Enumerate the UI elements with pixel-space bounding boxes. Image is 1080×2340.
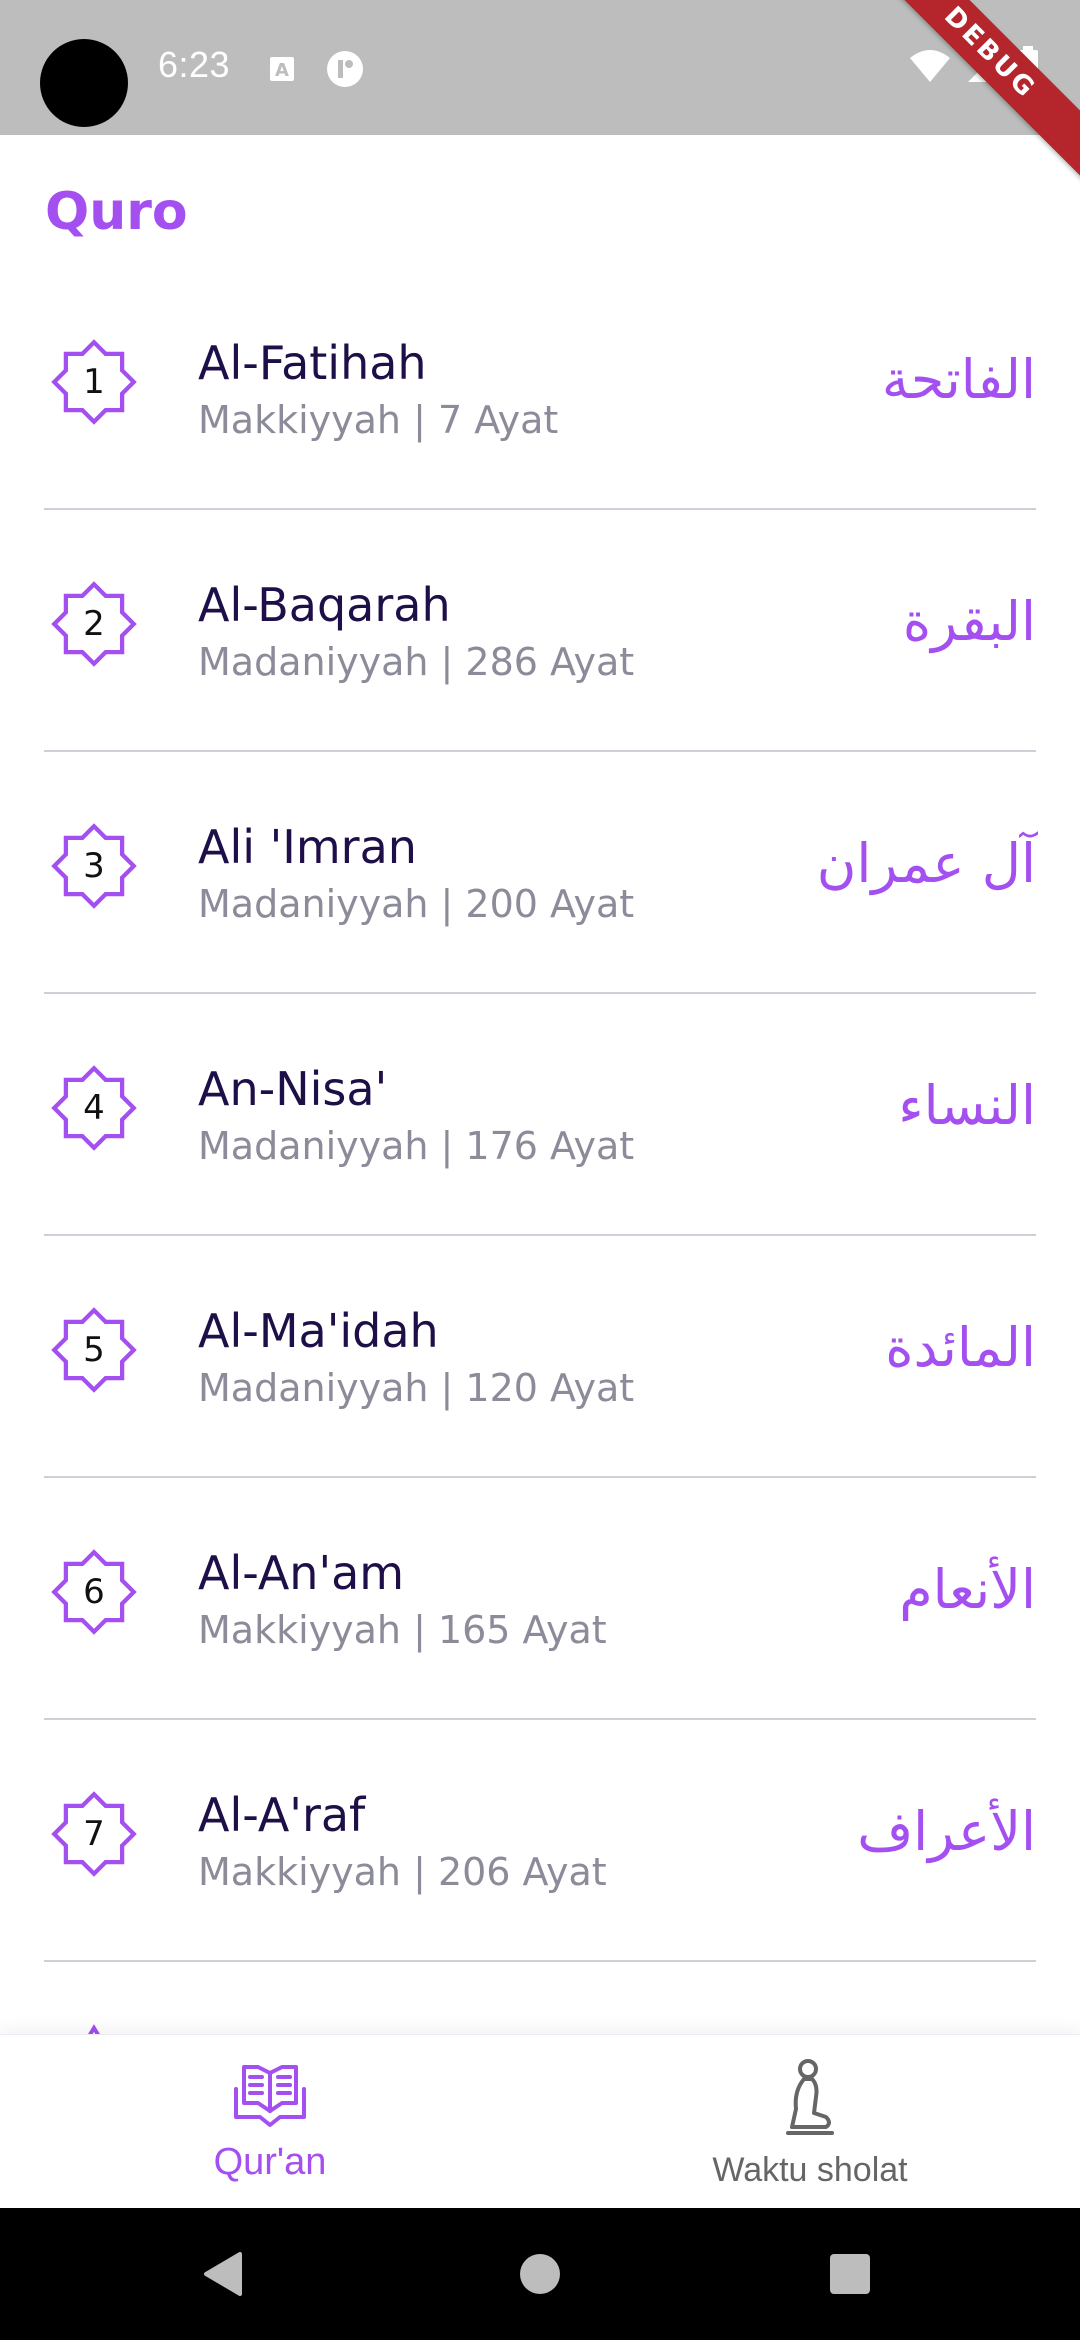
surah-number-badge: 1 xyxy=(44,332,144,432)
surah-info: Madaniyyah | 200 Ayat xyxy=(198,882,635,926)
surah-name: Ali 'Imran xyxy=(198,820,417,874)
surah-list-item[interactable]: 2 Al-Baqarah Madaniyyah | 286 Ayat البقر… xyxy=(0,510,1080,752)
quran-book-icon xyxy=(234,2065,306,2127)
tab-waktu-sholat-label: Waktu sholat xyxy=(712,2151,908,2189)
app-title: Quro xyxy=(45,182,188,242)
tab-quran[interactable]: Qur'an xyxy=(0,2035,540,2209)
surah-arabic-name: النساء xyxy=(898,1074,1036,1137)
surah-list-item[interactable]: 5 Al-Ma'idah Madaniyyah | 120 Ayat المائ… xyxy=(0,1236,1080,1478)
surah-arabic-name: الأعراف xyxy=(857,1800,1036,1863)
surah-number-badge: 6 xyxy=(44,1542,144,1642)
back-icon[interactable] xyxy=(200,2248,248,2300)
tab-waktu-sholat[interactable]: Waktu sholat xyxy=(540,2035,1080,2209)
surah-arabic-name: آل عمران xyxy=(816,832,1036,895)
surah-info: Makkiyyah | 206 Ayat xyxy=(198,1850,607,1894)
tab-quran-label: Qur'an xyxy=(213,2141,327,2183)
surah-info: Makkiyyah | 7 Ayat xyxy=(198,398,559,442)
surah-number: 3 xyxy=(83,846,105,886)
camera-cutout xyxy=(40,39,128,127)
surah-number: 2 xyxy=(83,604,105,644)
surah-list-item[interactable]: 4 An-Nisa' Madaniyyah | 176 Ayat النساء xyxy=(0,994,1080,1236)
surah-arabic-name: الفاتحة xyxy=(881,348,1036,411)
status-time: 6:23 xyxy=(158,44,231,85)
surah-arabic-name: الأنعام xyxy=(899,1558,1036,1621)
surah-list: 1 Al-Fatihah Makkiyyah | 7 Ayat الفاتحة … xyxy=(0,268,1080,1962)
surah-list-item[interactable]: 3 Ali 'Imran Madaniyyah | 200 Ayat آل عم… xyxy=(0,752,1080,994)
bottom-navigation: Qur'an Waktu sholat xyxy=(0,2034,1080,2208)
praying-person-icon xyxy=(786,2059,834,2135)
status-icons-left: A xyxy=(268,50,364,88)
surah-number: 5 xyxy=(83,1330,105,1370)
surah-arabic-name: البقرة xyxy=(902,590,1036,653)
app-notification-icon xyxy=(327,51,363,87)
surah-info: Madaniyyah | 176 Ayat xyxy=(198,1124,635,1168)
surah-number: 7 xyxy=(83,1814,105,1854)
surah-number-badge: 5 xyxy=(44,1300,144,1400)
keyboard-a-icon: A xyxy=(270,57,294,81)
surah-name: Al-Ma'idah xyxy=(198,1304,439,1358)
surah-number: 6 xyxy=(83,1572,105,1612)
surah-arabic-name: المائدة xyxy=(885,1316,1036,1379)
surah-info: Makkiyyah | 165 Ayat xyxy=(198,1608,607,1652)
status-bar: 6:23 A xyxy=(0,0,1080,135)
system-navigation-bar xyxy=(0,2208,1080,2340)
wifi-icon xyxy=(910,50,950,82)
home-icon[interactable] xyxy=(516,2248,564,2300)
surah-name: Al-Baqarah xyxy=(198,578,451,632)
surah-name: Al-Fatihah xyxy=(198,336,427,390)
surah-name: Al-An'am xyxy=(198,1546,405,1600)
surah-name: Al-A'raf xyxy=(198,1788,366,1842)
recents-icon[interactable] xyxy=(826,2248,874,2300)
surah-number-badge: 2 xyxy=(44,574,144,674)
surah-name: An-Nisa' xyxy=(198,1062,388,1116)
svg-text:A: A xyxy=(275,60,289,81)
surah-info: Madaniyyah | 286 Ayat xyxy=(198,640,635,684)
surah-number-badge: 4 xyxy=(44,1058,144,1158)
surah-number: 1 xyxy=(83,362,105,402)
surah-number-badge: 3 xyxy=(44,816,144,916)
screen: 6:23 A DEBUG Quro 1 Al-Fatihah Makkiyyah… xyxy=(0,0,1080,2340)
surah-info: Madaniyyah | 120 Ayat xyxy=(198,1366,635,1410)
surah-number-badge: 7 xyxy=(44,1784,144,1884)
surah-number: 4 xyxy=(83,1088,105,1128)
surah-list-item[interactable]: 1 Al-Fatihah Makkiyyah | 7 Ayat الفاتحة xyxy=(0,268,1080,510)
surah-list-item[interactable]: 6 Al-An'am Makkiyyah | 165 Ayat الأنعام xyxy=(0,1478,1080,1720)
surah-list-item[interactable]: 7 Al-A'raf Makkiyyah | 206 Ayat الأعراف xyxy=(0,1720,1080,1962)
